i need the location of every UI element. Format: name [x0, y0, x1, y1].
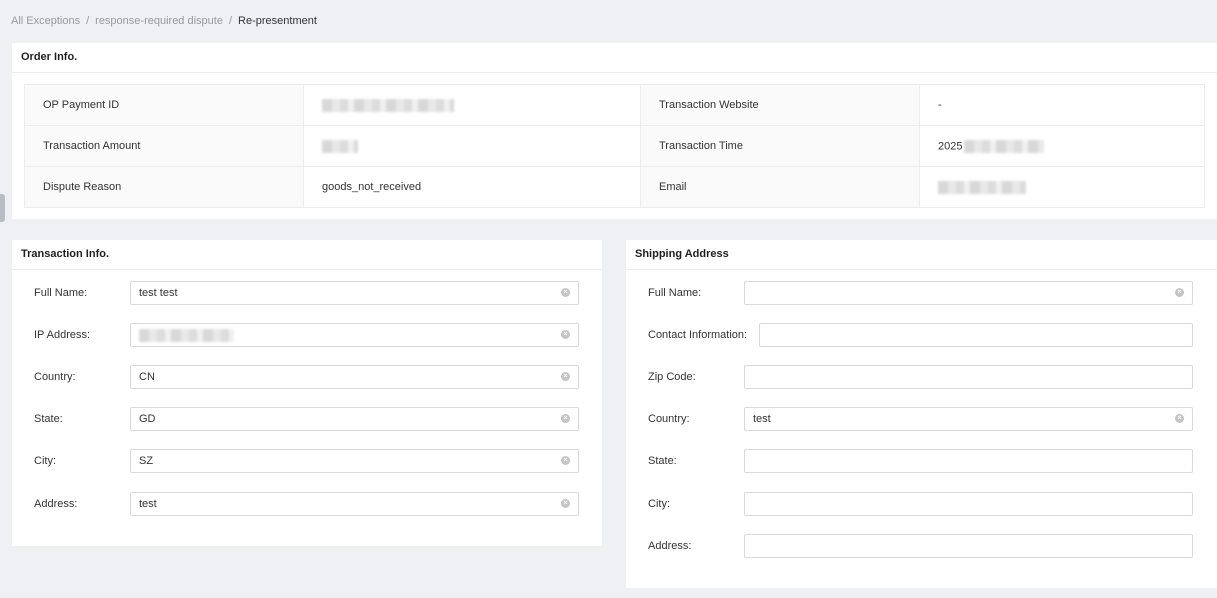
state-value: GD — [139, 413, 156, 425]
form-row-address: Address: test × — [12, 492, 602, 516]
form-row-ip-address: IP Address: × — [12, 323, 602, 347]
country-label: Country: — [34, 371, 76, 383]
redacted-value — [938, 180, 1026, 194]
full-name-input[interactable]: test test × — [130, 281, 579, 305]
form-row-full-name: Full Name: test test × — [12, 281, 602, 305]
form-row-country: Country: CN × — [12, 365, 602, 389]
ship-country-value: test — [753, 413, 771, 425]
breadcrumb-all-exceptions[interactable]: All Exceptions — [11, 15, 80, 27]
ship-full-name-input[interactable]: × — [744, 281, 1193, 305]
state-label: State: — [34, 413, 63, 425]
ship-country-input[interactable]: test × — [744, 407, 1193, 431]
ip-address-input[interactable]: × — [130, 323, 579, 347]
breadcrumb-response-required-dispute[interactable]: response-required dispute — [95, 15, 223, 27]
circle-x-icon[interactable]: × — [561, 330, 570, 339]
shipping-address-card: Shipping Address Full Name: × Contact In… — [626, 240, 1217, 588]
side-drawer-handle[interactable] — [0, 194, 5, 222]
circle-x-icon[interactable]: × — [1175, 414, 1184, 423]
redacted-value — [139, 328, 234, 342]
transaction-time-label: Transaction Time — [640, 125, 920, 167]
address-input[interactable]: test × — [130, 492, 579, 516]
full-name-value: test test — [139, 287, 178, 299]
full-name-label: Full Name: — [34, 287, 88, 299]
circle-x-icon[interactable]: × — [561, 499, 570, 508]
city-label: City: — [34, 455, 56, 467]
email-value — [919, 166, 1205, 208]
dispute-reason-label: Dispute Reason — [24, 166, 304, 208]
transaction-time-text: 2025 — [938, 139, 963, 152]
contact-information-label: Contact Information: — [648, 329, 748, 341]
address-label: Address: — [648, 540, 692, 552]
transaction-amount-label: Transaction Amount — [24, 125, 304, 167]
zip-code-label: Zip Code: — [648, 371, 696, 383]
city-label: City: — [648, 498, 670, 510]
circle-x-icon[interactable]: × — [1175, 288, 1184, 297]
table-row: Transaction Amount Transaction Time 2025 — [24, 125, 1205, 167]
country-input[interactable]: CN × — [130, 365, 579, 389]
country-label: Country: — [648, 413, 690, 425]
address-value: test — [139, 498, 157, 510]
email-label: Email — [640, 166, 920, 208]
transaction-website-value: - — [919, 84, 1205, 126]
zip-code-input[interactable] — [744, 365, 1193, 389]
shipping-address-title: Shipping Address — [626, 240, 1217, 270]
form-row-full-name: Full Name: × — [626, 281, 1217, 305]
order-info-title: Order Info. — [12, 43, 1217, 73]
ship-city-input[interactable] — [744, 492, 1193, 516]
city-input[interactable]: SZ × — [130, 449, 579, 473]
table-row: Dispute Reason goods_not_received Email — [24, 166, 1205, 208]
state-label: State: — [648, 455, 677, 467]
redacted-value — [964, 139, 1045, 153]
city-value: SZ — [139, 455, 154, 467]
contact-information-input[interactable] — [759, 323, 1193, 347]
full-name-label: Full Name: — [648, 287, 702, 299]
breadcrumb-current: Re-presentment — [238, 15, 317, 27]
form-row-address: Address: — [626, 534, 1217, 558]
ship-address-input[interactable] — [744, 534, 1193, 558]
circle-x-icon[interactable]: × — [561, 372, 570, 381]
country-value: CN — [139, 371, 155, 383]
transaction-time-value: 2025 — [919, 125, 1205, 167]
form-row-zip-code: Zip Code: — [626, 365, 1217, 389]
op-payment-id-label: OP Payment ID — [24, 84, 304, 126]
redacted-value — [322, 139, 358, 153]
ship-state-input[interactable] — [744, 449, 1193, 473]
breadcrumb-separator: / — [228, 15, 233, 27]
circle-x-icon[interactable]: × — [561, 414, 570, 423]
ip-address-value — [139, 324, 234, 346]
address-label: Address: — [34, 498, 78, 510]
order-info-table: OP Payment ID Transaction Website - Tran… — [24, 84, 1205, 208]
breadcrumb-separator: / — [86, 15, 90, 27]
table-row: OP Payment ID Transaction Website - — [24, 84, 1205, 126]
form-row-contact-information: Contact Information: — [626, 323, 1217, 347]
form-row-country: Country: test × — [626, 407, 1217, 431]
transaction-info-title: Transaction Info. — [12, 240, 602, 270]
redacted-value — [322, 98, 454, 112]
breadcrumb: All Exceptions / response-required dispute… — [11, 15, 317, 27]
transaction-website-label: Transaction Website — [640, 84, 920, 126]
circle-x-icon[interactable]: × — [561, 456, 570, 465]
form-row-city: City: — [626, 492, 1217, 516]
order-info-card: Order Info. OP Payment ID Transaction We… — [12, 43, 1217, 219]
transaction-amount-value — [303, 125, 641, 167]
op-payment-id-value — [303, 84, 641, 126]
ip-address-label: IP Address: — [34, 329, 91, 341]
circle-x-icon[interactable]: × — [561, 288, 570, 297]
transaction-info-card: Transaction Info. Full Name: test test ×… — [12, 240, 602, 546]
form-row-state: State: GD × — [12, 407, 602, 431]
form-row-state: State: — [626, 449, 1217, 473]
form-row-city: City: SZ × — [12, 449, 602, 473]
state-input[interactable]: GD × — [130, 407, 579, 431]
dispute-reason-value: goods_not_received — [303, 166, 641, 208]
